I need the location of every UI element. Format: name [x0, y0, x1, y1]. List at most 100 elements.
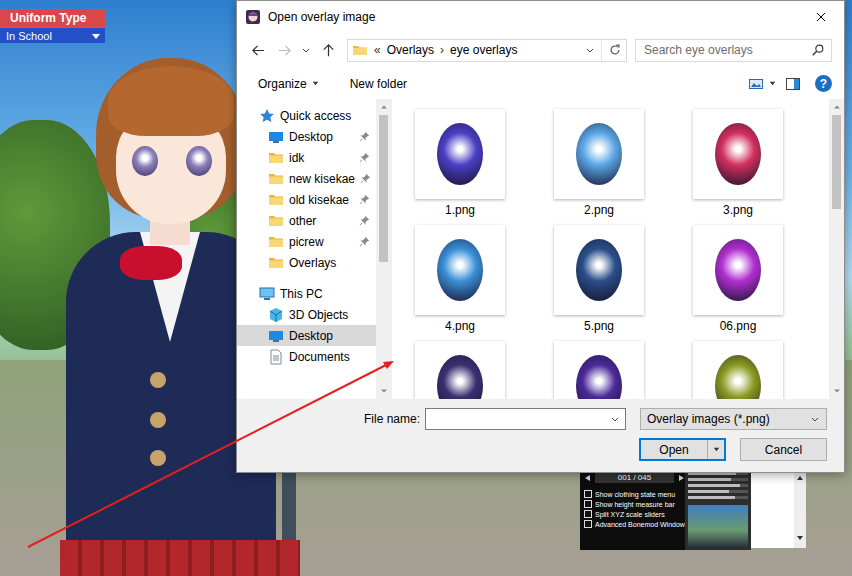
file-item[interactable]: 06.png	[693, 225, 783, 333]
file-item[interactable]: 5.png	[554, 225, 644, 333]
nav-item[interactable]: new kisekae	[237, 168, 376, 189]
eye-image	[437, 239, 483, 301]
split-dropdown[interactable]	[707, 440, 724, 459]
slider[interactable]	[688, 496, 748, 499]
file-item[interactable]: 2.png	[554, 109, 644, 217]
jacket-button	[150, 372, 166, 388]
file-type-dropdown[interactable]: Overlay images (*.png)	[640, 408, 827, 430]
nav-item[interactable]: Quick access	[237, 105, 376, 126]
up-arrow-icon	[321, 43, 336, 58]
scroll-up-icon[interactable]	[380, 103, 388, 111]
documents-icon	[268, 349, 284, 365]
slider-column	[685, 462, 751, 550]
folder-icon	[268, 192, 284, 208]
option-checkbox[interactable]: Advanced Bonemod Window	[584, 520, 685, 528]
button-label: Cancel	[741, 443, 826, 457]
settings-column: 001 / 045Show clothing state menuShow he…	[580, 462, 685, 550]
game-settings-panel: 001 / 045Show clothing state menuShow he…	[580, 462, 806, 550]
nav-item[interactable]: Documents	[237, 346, 376, 367]
up-button[interactable]	[317, 39, 339, 61]
breadcrumb-item[interactable]: Overlays	[387, 43, 434, 57]
address-bar[interactable]: « Overlays › eye overlays	[347, 39, 627, 62]
magnifier-icon	[811, 43, 825, 57]
dialog-button[interactable]: Cancel	[740, 438, 827, 461]
file-item[interactable]	[554, 341, 644, 399]
nav-scrollbar[interactable]	[376, 99, 391, 399]
nav-item[interactable]: other	[237, 210, 376, 231]
checkbox[interactable]	[584, 500, 592, 508]
scrollbar[interactable]	[794, 462, 806, 548]
refresh-icon[interactable]	[608, 43, 622, 57]
file-item[interactable]	[693, 341, 783, 399]
breadcrumb-overflow[interactable]: «	[374, 43, 381, 57]
slider[interactable]	[688, 484, 748, 487]
nav-item[interactable]: This PC	[237, 283, 376, 304]
file-item[interactable]: 3.png	[693, 109, 783, 217]
nav-item-label: 3D Objects	[289, 308, 370, 322]
close-button[interactable]	[798, 1, 844, 32]
file-item[interactable]: 4.png	[415, 225, 505, 333]
file-scrollbar[interactable]	[829, 99, 844, 399]
file-item[interactable]: 1.png	[415, 109, 505, 217]
scroll-down-icon[interactable]	[380, 387, 388, 395]
scroll-thumb[interactable]	[379, 115, 388, 262]
file-item[interactable]	[415, 341, 505, 399]
scroll-down-icon[interactable]	[796, 534, 804, 542]
option-checkbox[interactable]: Show clothing state menu	[584, 490, 685, 498]
dialog-button[interactable]: Open	[639, 438, 726, 461]
character-bow	[120, 246, 182, 280]
slider[interactable]	[688, 490, 748, 493]
new-folder-button[interactable]: New folder	[346, 75, 411, 93]
scroll-down-icon[interactable]	[833, 387, 841, 395]
breadcrumb-item[interactable]: eye overlays	[450, 43, 517, 57]
nav-item[interactable]: picrew	[237, 231, 376, 252]
uniform-type-value: In School	[6, 30, 91, 42]
forward-arrow-icon	[277, 43, 292, 58]
search-field[interactable]: Search eye overlays	[635, 39, 832, 62]
file-thumbnail	[693, 109, 783, 199]
character-eye	[186, 146, 212, 176]
recent-locations-button[interactable]	[299, 39, 313, 61]
dropdown-arrow-icon	[712, 445, 721, 454]
slider[interactable]	[688, 478, 748, 481]
view-icon	[748, 76, 764, 92]
help-button[interactable]: ?	[815, 75, 832, 92]
nav-item-label: This PC	[280, 287, 370, 301]
nav-item[interactable]: Overlays	[237, 252, 376, 273]
slider-fill	[688, 484, 740, 487]
uniform-type-dropdown[interactable]: In School	[0, 28, 105, 43]
file-thumbnail	[415, 109, 505, 199]
nav-item[interactable]: Desktop	[237, 325, 376, 346]
close-icon	[816, 12, 826, 22]
scroll-thumb[interactable]	[832, 115, 841, 209]
nav-item[interactable]: 3D Objects	[237, 304, 376, 325]
nav-item[interactable]: idk	[237, 147, 376, 168]
forward-button	[273, 39, 295, 61]
checkbox[interactable]	[584, 520, 592, 528]
nav-item[interactable]: old kisekae	[237, 189, 376, 210]
back-button[interactable]	[247, 39, 269, 61]
nav-item[interactable]: Desktop	[237, 126, 376, 147]
breadcrumb-separator[interactable]: ›	[440, 43, 444, 57]
checkbox[interactable]	[584, 490, 592, 498]
checkbox[interactable]	[584, 510, 592, 518]
character-skirt	[60, 540, 300, 576]
option-checkbox[interactable]: Split XYZ scale sliders	[584, 510, 685, 518]
option-checkbox[interactable]: Show height measure bar	[584, 500, 685, 508]
next-icon[interactable]	[677, 474, 685, 482]
chevron-down-icon[interactable]	[585, 45, 595, 55]
file-thumbnail	[554, 225, 644, 315]
preview-pane-icon	[785, 76, 801, 92]
organize-button[interactable]: Organize	[254, 75, 324, 93]
scroll-up-icon[interactable]	[796, 474, 804, 482]
preview-pane-button[interactable]	[781, 74, 805, 94]
scroll-up-icon[interactable]	[833, 103, 841, 111]
dialog-footer: File name:Overlay images (*.png)OpenCanc…	[237, 399, 844, 472]
file-thumbnail	[415, 341, 505, 399]
annotation-arrow	[0, 0, 852, 576]
this-pc-icon	[259, 286, 275, 302]
chevron-down-icon[interactable]	[610, 414, 620, 424]
previous-icon[interactable]	[584, 474, 592, 482]
file-name-field[interactable]	[425, 408, 626, 430]
view-options-button[interactable]	[744, 74, 781, 94]
